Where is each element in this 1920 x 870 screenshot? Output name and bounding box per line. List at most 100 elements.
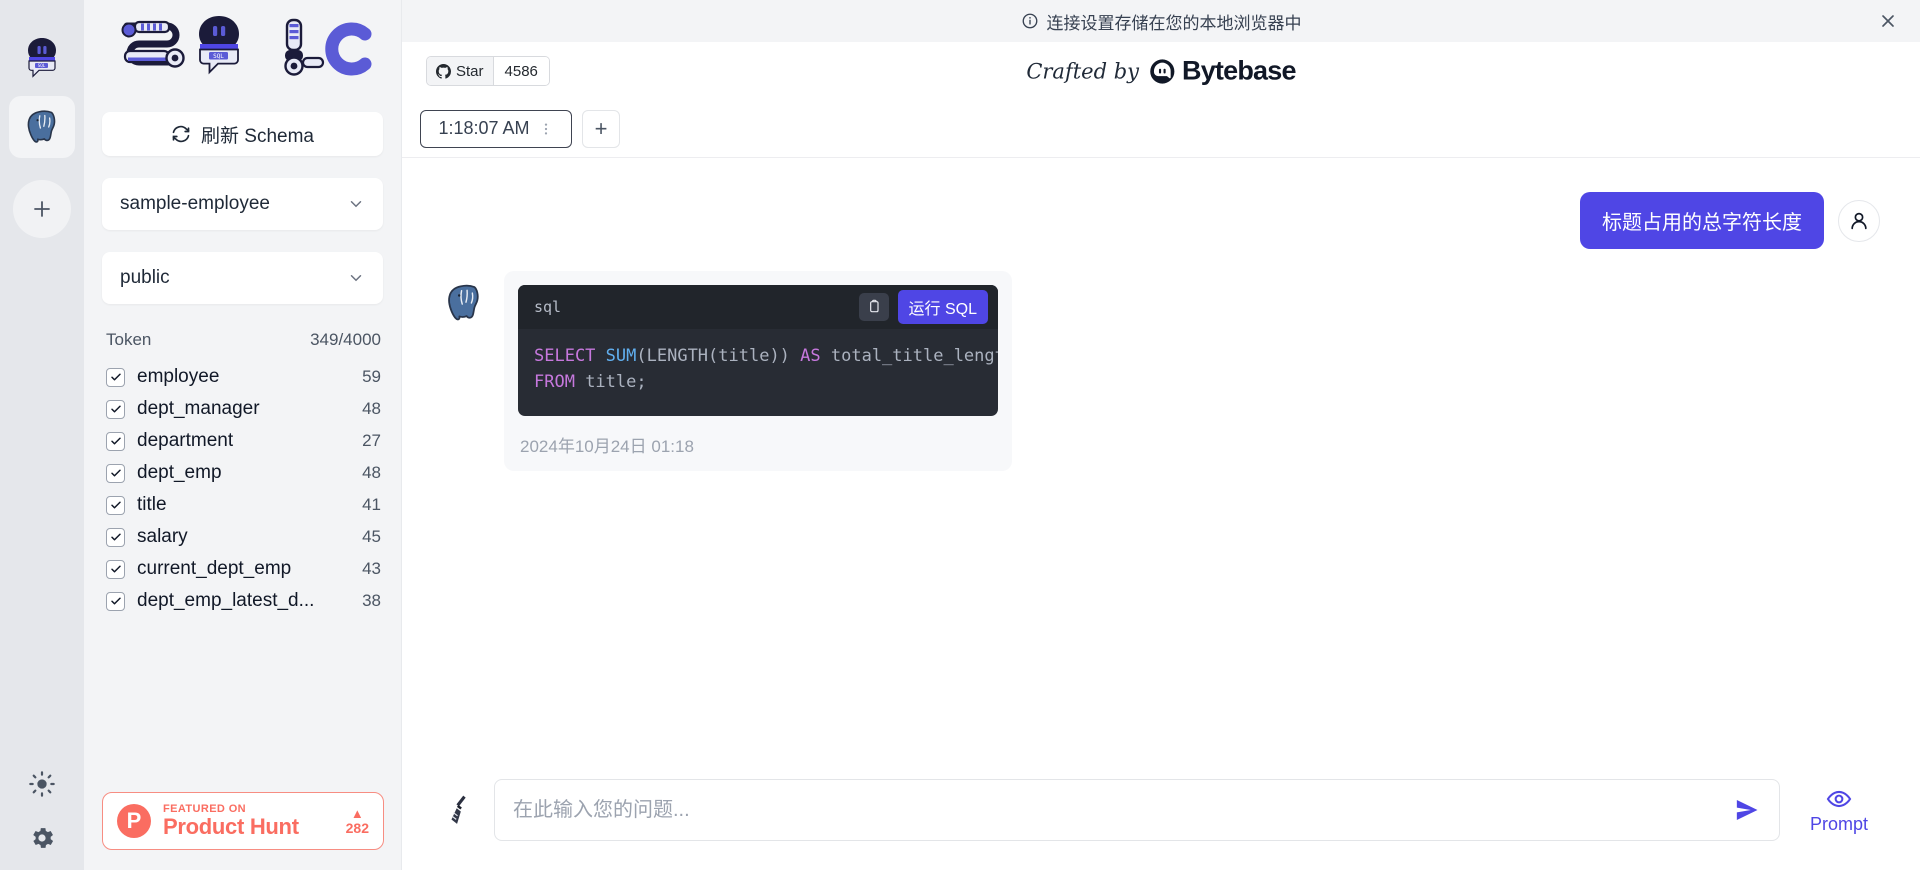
topbar: Star 4586 Crafted by Bytebase: [402, 42, 1920, 100]
clipboard-icon[interactable]: [858, 293, 889, 321]
sql-chat-logo-icon[interactable]: SQL: [9, 26, 75, 88]
table-list-item[interactable]: employee 59: [102, 364, 383, 390]
app-root: SQL SQL 刷新 Schema sample-employee public…: [0, 0, 1920, 870]
chat-scroll-area: 标题占用的总字符长度 sql 运行 SQL SELECT SUM(LENGTH(…: [402, 158, 1920, 750]
table-list-item[interactable]: salary 45: [102, 524, 383, 550]
local-storage-notice: 连接设置存储在您的本地浏览器中: [402, 0, 1920, 42]
postgresql-elephant-icon: [448, 284, 479, 321]
avatar: [1838, 199, 1880, 242]
table-checkbox[interactable]: [106, 591, 125, 611]
run-sql-button[interactable]: 运行 SQL: [897, 290, 988, 324]
table-token-count: 59: [362, 367, 381, 386]
github-star-count: 4586: [492, 57, 549, 85]
product-hunt-badge[interactable]: P FEATURED ON Product Hunt ▲ 282: [102, 792, 384, 850]
table-token-count: 43: [362, 559, 381, 578]
product-hunt-vote-count: 282: [345, 819, 369, 836]
table-list-item[interactable]: dept_emp 48: [102, 460, 383, 486]
table-token-count: 48: [362, 463, 381, 482]
github-star-left: Star: [427, 57, 493, 85]
conversation-tab[interactable]: 1:18:07 AM: [420, 109, 572, 148]
schema-select-value: public: [120, 267, 170, 288]
icon-rail: SQL: [0, 0, 84, 870]
database-select-value: sample-employee: [120, 193, 270, 214]
sql-chat-wordmark: SQL: [102, 0, 383, 112]
postgresql-elephant-icon: [27, 110, 56, 143]
token-value: 349/4000: [310, 330, 381, 349]
table-list-item[interactable]: dept_manager 48: [102, 396, 383, 422]
table-checkbox[interactable]: [106, 367, 125, 387]
refresh-icon: [171, 124, 191, 144]
product-hunt-logo-icon: P: [117, 804, 151, 838]
table-checkbox[interactable]: [106, 559, 125, 579]
main-panel: 连接设置存储在您的本地浏览器中 Star 4586 Crafted by Byt…: [402, 0, 1920, 870]
table-token-count: 38: [362, 591, 381, 610]
plus-icon: [34, 201, 50, 217]
notice-text: 连接设置存储在您的本地浏览器中: [1046, 13, 1302, 33]
table-token-count: 48: [362, 399, 381, 418]
user-message-bubble: 标题占用的总字符长度: [1580, 192, 1824, 249]
table-name: department: [137, 430, 234, 451]
refresh-schema-label: 刷新 Schema: [201, 125, 314, 147]
table-list-item[interactable]: department 27: [102, 428, 383, 454]
table-checkbox[interactable]: [106, 463, 125, 483]
code-token: total_title_length: [830, 346, 998, 366]
conversation-tab-label: 1:18:07 AM: [438, 118, 530, 138]
info-circle-icon: [1021, 12, 1039, 30]
table-list: employee 59 dept_manager 48 department 27 dept…: [102, 364, 383, 614]
message-input[interactable]: [513, 798, 1723, 822]
table-name: dept_manager: [137, 398, 260, 419]
add-connection-button[interactable]: [13, 180, 71, 238]
code-token: SUM: [605, 346, 637, 366]
code-language-label: sql: [534, 298, 562, 316]
table-checkbox[interactable]: [106, 495, 125, 515]
table-checkbox[interactable]: [106, 527, 125, 547]
crafted-by-label: Crafted by: [1026, 59, 1140, 83]
postgres-connection-icon[interactable]: [9, 96, 75, 158]
table-list-item[interactable]: title 41: [102, 492, 383, 518]
refresh-schema-button[interactable]: 刷新 Schema: [102, 112, 383, 156]
assistant-message-row: sql 运行 SQL SELECT SUM(LENGTH(title)) AS …: [442, 271, 1880, 471]
theme-toggle-icon[interactable]: [28, 770, 56, 798]
sql-chat-wordmark-icon: SQL: [121, 16, 371, 76]
sql-chat-bot-icon: SQL: [28, 38, 56, 78]
github-star-button[interactable]: Star 4586: [426, 56, 550, 86]
database-select[interactable]: sample-employee: [102, 178, 383, 230]
sql-code-block: sql 运行 SQL SELECT SUM(LENGTH(title)) AS …: [518, 285, 998, 416]
table-list-item[interactable]: current_dept_emp 43: [102, 556, 383, 582]
settings-gear-icon[interactable]: [28, 824, 56, 852]
table-list-item[interactable]: dept_emp_latest_d... 38: [102, 588, 383, 614]
table-name: dept_emp: [137, 462, 222, 483]
product-hunt-title: Product Hunt: [163, 814, 299, 840]
schema-sidebar: SQL 刷新 Schema sample-employee public Tok…: [84, 0, 402, 870]
close-icon[interactable]: [1878, 11, 1898, 31]
prompt-button[interactable]: Prompt: [1798, 786, 1880, 835]
code-block-actions: 运行 SQL: [858, 290, 988, 324]
product-hunt-text: FEATURED ON Product Hunt: [163, 803, 334, 840]
table-checkbox[interactable]: [106, 431, 125, 451]
svg-text:SQL: SQL: [38, 63, 46, 68]
product-hunt-votes: ▲ 282: [346, 807, 369, 836]
code-block-header: sql 运行 SQL: [518, 285, 998, 329]
table-checkbox[interactable]: [106, 399, 125, 419]
new-conversation-button[interactable]: +: [582, 109, 620, 148]
crafted-by-bytebase: Crafted by Bytebase: [1026, 56, 1296, 87]
bytebase-brand[interactable]: Bytebase: [1149, 56, 1296, 87]
table-name: title: [137, 494, 167, 515]
code-token: FROM: [534, 372, 575, 393]
table-token-count: 45: [362, 527, 381, 546]
chevron-down-icon: [347, 269, 365, 287]
code-token: title;: [574, 372, 647, 393]
table-token-count: 27: [362, 431, 381, 450]
send-icon[interactable]: [1723, 796, 1761, 824]
composer: Prompt: [402, 750, 1920, 870]
message-input-wrap[interactable]: [494, 779, 1780, 841]
broom-icon[interactable]: [442, 793, 476, 827]
upvote-caret-icon: ▲: [350, 805, 364, 821]
sql-code-content: SELECT SUM(LENGTH(title)) AS total_title…: [518, 329, 998, 416]
schema-select[interactable]: public: [102, 252, 383, 304]
table-name: current_dept_emp: [137, 558, 292, 579]
rail-bottom-actions: [0, 770, 84, 852]
more-vertical-icon[interactable]: [538, 121, 554, 137]
table-token-count: 41: [362, 495, 381, 514]
